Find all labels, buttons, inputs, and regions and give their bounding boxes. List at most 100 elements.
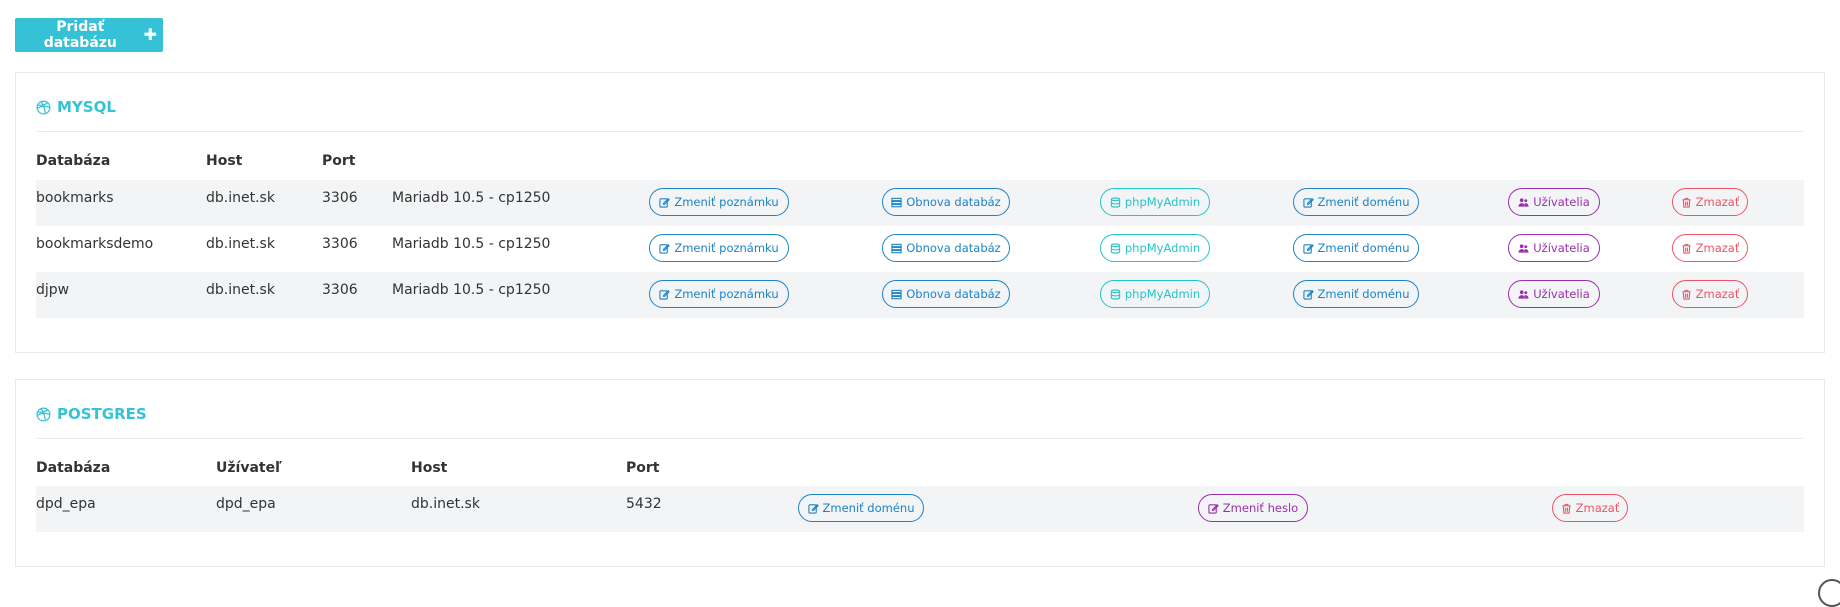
mysql-panel-title: MYSQL bbox=[36, 95, 116, 119]
delete-label: Zmazať bbox=[1695, 241, 1740, 255]
database-port: 5432 bbox=[626, 496, 662, 512]
change-domain-label: Zmeniť doménu bbox=[1317, 241, 1410, 255]
postgres-header-database: Databáza bbox=[36, 460, 111, 476]
restore-database-label: Obnova databáz bbox=[906, 287, 1001, 301]
restore-database-button[interactable]: Obnova databáz bbox=[882, 280, 1010, 308]
database-port: 3306 bbox=[322, 190, 358, 206]
postgres-panel-title: POSTGRES bbox=[36, 402, 147, 426]
change-password-label: Zmeniť heslo bbox=[1222, 501, 1299, 515]
delete-button[interactable]: Zmazať bbox=[1552, 494, 1628, 522]
table-row: dpd_epa dpd_epa db.inet.sk 5432 Zmeniť d… bbox=[36, 486, 1804, 532]
edit-icon bbox=[1302, 243, 1314, 254]
database-icon bbox=[1110, 196, 1121, 208]
users-icon bbox=[1518, 197, 1529, 207]
users-icon bbox=[1518, 243, 1529, 253]
postgres-panel: POSTGRES Databáza Užívateľ Host Port dpd… bbox=[15, 379, 1825, 567]
mysql-header-host: Host bbox=[206, 153, 243, 169]
users-label: Užívatelia bbox=[1533, 195, 1590, 209]
phpmyadmin-button[interactable]: phpMyAdmin bbox=[1100, 188, 1210, 216]
postgres-title-text: POSTGRES bbox=[57, 405, 147, 423]
change-domain-button[interactable]: Zmeniť doménu bbox=[1293, 280, 1419, 308]
add-database-button[interactable]: Pridať databázu ✚ bbox=[15, 18, 163, 52]
users-label: Užívatelia bbox=[1533, 287, 1590, 301]
plus-icon: ✚ bbox=[143, 25, 157, 44]
database-version: Mariadb 10.5 - cp1250 bbox=[392, 236, 551, 252]
delete-button[interactable]: Zmazať bbox=[1672, 188, 1748, 216]
change-note-label: Zmeniť poznámku bbox=[674, 287, 779, 301]
users-label: Užívatelia bbox=[1533, 241, 1590, 255]
phpmyadmin-button[interactable]: phpMyAdmin bbox=[1100, 234, 1210, 262]
server-icon bbox=[891, 243, 902, 253]
change-note-button[interactable]: Zmeniť poznámku bbox=[649, 188, 789, 216]
delete-button[interactable]: Zmazať bbox=[1672, 280, 1748, 308]
edit-icon bbox=[659, 289, 671, 300]
users-button[interactable]: Užívatelia bbox=[1508, 188, 1600, 216]
change-domain-button[interactable]: Zmeniť doménu bbox=[1293, 188, 1419, 216]
postgres-title-divider bbox=[36, 438, 1804, 439]
database-version: Mariadb 10.5 - cp1250 bbox=[392, 282, 551, 298]
users-button[interactable]: Užívatelia bbox=[1508, 234, 1600, 262]
change-domain-label: Zmeniť doménu bbox=[1317, 287, 1410, 301]
edit-icon bbox=[659, 197, 671, 208]
change-note-label: Zmeniť poznámku bbox=[674, 241, 779, 255]
edit-icon bbox=[659, 243, 671, 254]
server-icon bbox=[891, 197, 902, 207]
users-icon bbox=[1518, 289, 1529, 299]
phpmyadmin-label: phpMyAdmin bbox=[1124, 287, 1201, 301]
change-note-button[interactable]: Zmeniť poznámku bbox=[649, 280, 789, 308]
database-port: 3306 bbox=[322, 236, 358, 252]
edit-icon bbox=[1302, 197, 1314, 208]
phpmyadmin-label: phpMyAdmin bbox=[1124, 195, 1201, 209]
table-row: djpw db.inet.sk 3306 Mariadb 10.5 - cp12… bbox=[36, 272, 1804, 318]
database-port: 3306 bbox=[322, 282, 358, 298]
restore-database-label: Obnova databáz bbox=[906, 195, 1001, 209]
restore-database-button[interactable]: Obnova databáz bbox=[882, 234, 1010, 262]
database-host: db.inet.sk bbox=[206, 282, 275, 298]
mysql-header-database: Databáza bbox=[36, 153, 111, 169]
delete-button[interactable]: Zmazať bbox=[1672, 234, 1748, 262]
change-password-button[interactable]: Zmeniť heslo bbox=[1198, 494, 1308, 522]
mysql-title-divider bbox=[36, 131, 1804, 132]
mysql-header-port: Port bbox=[322, 153, 356, 169]
users-button[interactable]: Užívatelia bbox=[1508, 280, 1600, 308]
server-icon bbox=[891, 289, 902, 299]
database-host: db.inet.sk bbox=[411, 496, 480, 512]
database-icon bbox=[1110, 288, 1121, 300]
edit-icon bbox=[1302, 289, 1314, 300]
change-note-label: Zmeniť poznámku bbox=[674, 195, 779, 209]
postgres-header-user: Užívateľ bbox=[216, 460, 282, 476]
restore-database-label: Obnova databáz bbox=[906, 241, 1001, 255]
database-user: dpd_epa bbox=[216, 496, 276, 512]
edit-icon bbox=[1208, 503, 1219, 514]
change-domain-button[interactable]: Zmeniť doménu bbox=[798, 494, 924, 522]
trash-icon bbox=[1682, 289, 1691, 300]
mysql-title-text: MYSQL bbox=[57, 98, 116, 116]
trash-icon bbox=[1562, 503, 1571, 514]
database-name: djpw bbox=[36, 282, 70, 298]
trash-icon bbox=[1682, 243, 1691, 254]
change-domain-label: Zmeniť doménu bbox=[1317, 195, 1410, 209]
delete-label: Zmazať bbox=[1575, 501, 1620, 515]
database-host: db.inet.sk bbox=[206, 236, 275, 252]
delete-label: Zmazať bbox=[1695, 287, 1740, 301]
add-database-label: Pridať databázu bbox=[43, 19, 117, 51]
database-name: bookmarksdemo bbox=[36, 236, 154, 252]
database-host: db.inet.sk bbox=[206, 190, 275, 206]
phpmyadmin-label: phpMyAdmin bbox=[1124, 241, 1201, 255]
postgres-header-port: Port bbox=[626, 460, 660, 476]
database-name: bookmarks bbox=[36, 190, 114, 206]
change-domain-label: Zmeniť doménu bbox=[822, 501, 915, 515]
postgres-header-host: Host bbox=[411, 460, 448, 476]
dribbble-icon bbox=[36, 100, 51, 114]
change-domain-button[interactable]: Zmeniť doménu bbox=[1293, 234, 1419, 262]
scroll-to-top-icon[interactable] bbox=[1818, 579, 1840, 607]
delete-label: Zmazať bbox=[1695, 195, 1740, 209]
edit-icon bbox=[807, 503, 819, 514]
table-row: bookmarksdemo db.inet.sk 3306 Mariadb 10… bbox=[36, 226, 1804, 272]
database-version: Mariadb 10.5 - cp1250 bbox=[392, 190, 551, 206]
restore-database-button[interactable]: Obnova databáz bbox=[882, 188, 1010, 216]
phpmyadmin-button[interactable]: phpMyAdmin bbox=[1100, 280, 1210, 308]
database-icon bbox=[1110, 242, 1121, 254]
database-name: dpd_epa bbox=[36, 496, 96, 512]
change-note-button[interactable]: Zmeniť poznámku bbox=[649, 234, 789, 262]
